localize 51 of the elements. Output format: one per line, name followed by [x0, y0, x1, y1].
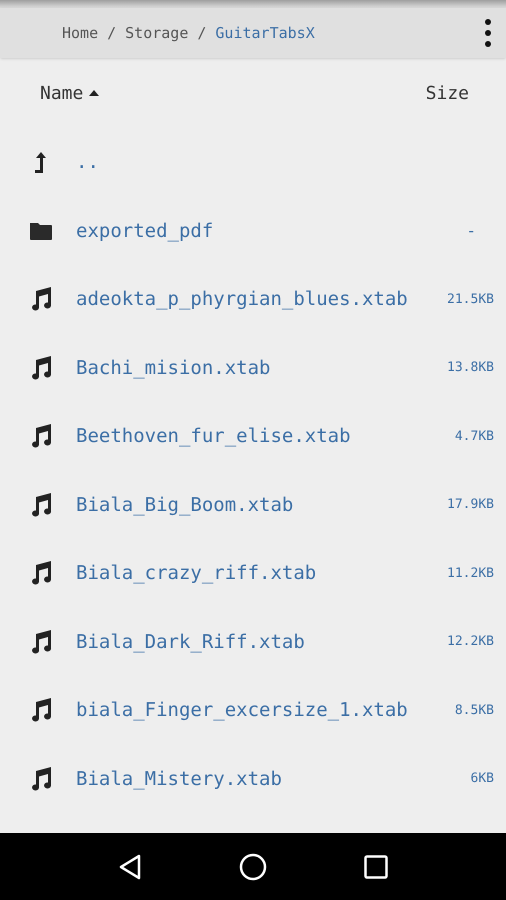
- file-row[interactable]: Biala_Dark_Riff.xtab 12.2KB: [0, 608, 506, 676]
- arrow-up-icon: [33, 150, 49, 174]
- music-note-icon: [29, 286, 53, 312]
- recent-apps-icon[interactable]: [364, 854, 388, 878]
- file-row[interactable]: Bachi_mision.xtab 13.8KB: [0, 334, 506, 402]
- file-name: Biala_Dark_Riff.xtab: [76, 630, 305, 654]
- size-column-header[interactable]: Size: [426, 80, 469, 106]
- file-row[interactable]: Biala_Mistery.xtab 6KB: [0, 744, 506, 813]
- file-size: 11.2KB: [447, 564, 494, 582]
- file-size: 6KB: [470, 770, 494, 788]
- music-note-icon: [29, 628, 53, 655]
- file-row[interactable]: biala_Finger_excersize_1.xtab 8.5KB: [0, 676, 506, 744]
- file-row[interactable]: exported_pdf -: [0, 196, 506, 265]
- music-note-icon: [29, 423, 53, 450]
- file-row[interactable]: Biala_crazy_riff.xtab 11.2KB: [0, 539, 506, 608]
- file-name: Beethoven_fur_elise.xtab: [76, 424, 351, 449]
- file-name: Biala_Big_Boom.xtab: [76, 492, 294, 518]
- file-size: 17.9KB: [447, 496, 494, 514]
- music-note-icon: [29, 560, 53, 586]
- file-name: exported_pdf: [76, 218, 214, 244]
- file-size: -: [466, 220, 476, 242]
- file-row[interactable]: adeokta_p_phyrgian_blues.xtab 21.5KB: [0, 265, 506, 334]
- music-note-icon: [29, 492, 53, 518]
- home-icon[interactable]: [238, 852, 267, 880]
- more-options-icon[interactable]: [484, 18, 492, 48]
- file-name: Biala_crazy_riff.xtab: [76, 561, 316, 586]
- file-size: 13.8KB: [447, 359, 494, 377]
- file-name: Biala_Mistery.xtab: [76, 766, 282, 792]
- file-name: ..: [76, 150, 99, 175]
- breadcrumb-link[interactable]: Storage: [125, 22, 188, 44]
- sort-ascending-icon: [89, 90, 100, 96]
- file-row[interactable]: Biala_Big_Boom.xtab 17.9KB: [0, 470, 506, 539]
- file-row[interactable]: ..: [0, 128, 506, 196]
- folder-icon: [28, 220, 54, 241]
- breadcrumb-link[interactable]: GuitarTabsX: [215, 22, 315, 44]
- music-note-icon: [29, 697, 53, 724]
- back-icon[interactable]: [118, 854, 142, 880]
- file-size: 4.7KB: [454, 428, 494, 446]
- file-size: 21.5KB: [447, 290, 494, 308]
- file-name: adeokta_p_phyrgian_blues.xtab: [76, 287, 408, 312]
- breadcrumb-separator: /: [197, 22, 206, 44]
- file-name: Bachi_mision.xtab: [76, 356, 270, 380]
- file-row[interactable]: Beethoven_fur_elise.xtab 4.7KB: [0, 402, 506, 470]
- file-name: biala_Finger_excersize_1.xtab: [76, 698, 408, 723]
- file-size: 8.5KB: [454, 702, 494, 720]
- breadcrumb-link[interactable]: Home: [62, 22, 98, 44]
- file-size: 12.2KB: [447, 633, 494, 651]
- music-note-icon: [29, 766, 53, 792]
- breadcrumb-separator: /: [107, 22, 116, 44]
- name-column-header[interactable]: Name: [40, 80, 84, 106]
- music-note-icon: [29, 354, 53, 381]
